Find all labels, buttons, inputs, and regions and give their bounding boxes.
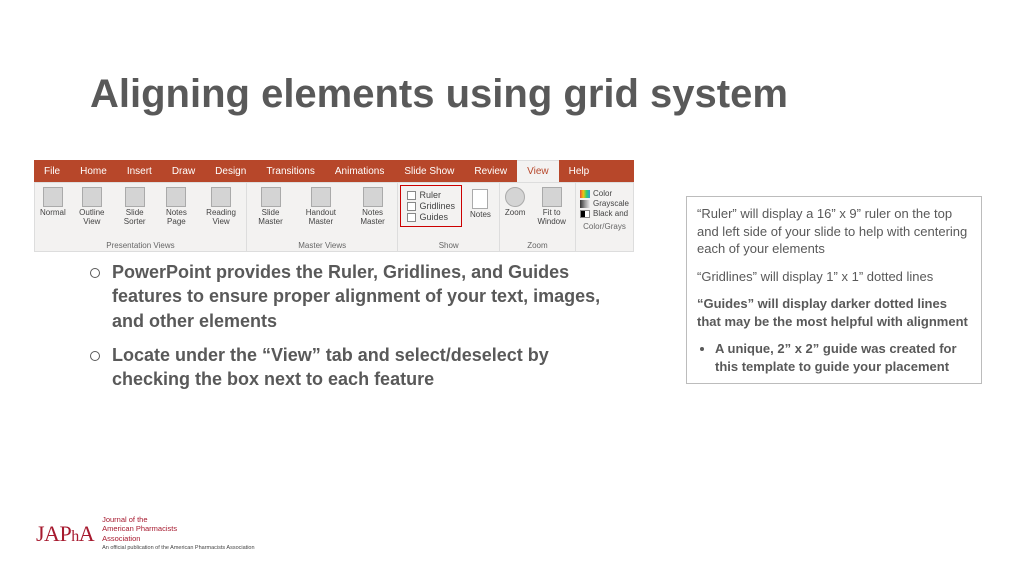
tab-view: View xyxy=(517,160,559,182)
group-label: Master Views xyxy=(249,241,396,251)
group-label: Show xyxy=(400,241,496,251)
group-zoom: Zoom Fit to Window Zoom xyxy=(500,183,576,251)
callout-guides: “Guides” will display darker dotted line… xyxy=(697,295,971,330)
ribbon-toolbar: Normal Outline View Slide Sorter Notes P… xyxy=(34,182,634,252)
tab-slideshow: Slide Show xyxy=(394,160,464,182)
checkbox-icon xyxy=(407,191,416,200)
tab-home: Home xyxy=(70,160,117,182)
group-show: Ruler Gridlines Guides Notes Show xyxy=(398,183,499,251)
tab-transitions: Transitions xyxy=(256,160,325,182)
slide-title: Aligning elements using grid system xyxy=(90,72,788,117)
group-label: Color/Grays xyxy=(578,222,631,232)
powerpoint-ribbon-screenshot: File Home Insert Draw Design Transitions… xyxy=(34,160,634,252)
group-label: Presentation Views xyxy=(37,241,244,251)
slide-master-button: Slide Master xyxy=(249,185,292,241)
normal-button: Normal xyxy=(37,185,69,241)
list-item: Locate under the “View” tab and select/d… xyxy=(90,343,630,392)
guides-checkbox: Guides xyxy=(407,212,455,222)
notes-master-button: Notes Master xyxy=(350,185,396,241)
handout-master-button: Handout Master xyxy=(294,185,348,241)
callout-guide-detail: A unique, 2” x 2” guide was created for … xyxy=(715,340,971,375)
notes-page-button: Notes Page xyxy=(157,185,197,241)
grayscale-option: Grayscale xyxy=(580,199,629,208)
outline-view-button: Outline View xyxy=(71,185,113,241)
group-label: Zoom xyxy=(502,241,573,251)
show-checkboxes-highlighted: Ruler Gridlines Guides xyxy=(400,185,462,227)
gridlines-checkbox: Gridlines xyxy=(407,201,455,211)
ruler-checkbox: Ruler xyxy=(407,190,455,200)
notes-icon xyxy=(472,189,488,209)
callout-ruler: “Ruler” will display a 16” x 9” ruler on… xyxy=(697,205,971,258)
japha-logo: JAPhA Journal of the American Pharmacist… xyxy=(36,515,255,552)
tab-draw: Draw xyxy=(162,160,205,182)
zoom-button: Zoom xyxy=(502,185,528,241)
bw-swatch-icon xyxy=(580,210,590,218)
notes-button: Notes xyxy=(464,185,497,223)
list-item: PowerPoint provides the Ruler, Gridlines… xyxy=(90,260,630,333)
tab-review: Review xyxy=(464,160,517,182)
slide-sorter-button: Slide Sorter xyxy=(115,185,155,241)
tab-animations: Animations xyxy=(325,160,394,182)
group-master-views: Slide Master Handout Master Notes Master… xyxy=(247,183,399,251)
fit-to-window-button: Fit to Window xyxy=(530,185,573,241)
logo-text: Journal of the American Pharmacists Asso… xyxy=(102,515,254,552)
checkbox-icon xyxy=(407,213,416,222)
main-bullet-list: PowerPoint provides the Ruler, Gridlines… xyxy=(90,260,630,401)
tab-file: File xyxy=(34,160,70,182)
tab-insert: Insert xyxy=(117,160,162,182)
black-white-option: Black and xyxy=(580,209,629,218)
callout-gridlines: “Gridlines” will display 1” x 1” dotted … xyxy=(697,268,971,286)
color-swatch-icon xyxy=(580,190,590,198)
color-option: Color xyxy=(580,189,629,198)
reading-view-button: Reading View xyxy=(198,185,244,241)
side-callout-box: “Ruler” will display a 16” x 9” ruler on… xyxy=(686,196,982,384)
group-presentation-views: Normal Outline View Slide Sorter Notes P… xyxy=(35,183,247,251)
tab-help: Help xyxy=(559,160,600,182)
logo-wordmark: JAPhA xyxy=(36,521,94,547)
ribbon-tabs: File Home Insert Draw Design Transitions… xyxy=(34,160,634,182)
tab-design: Design xyxy=(205,160,256,182)
grayscale-swatch-icon xyxy=(580,200,590,208)
group-color-grayscale: Color Grayscale Black and Color/Grays xyxy=(576,183,633,251)
checkbox-icon xyxy=(407,202,416,211)
